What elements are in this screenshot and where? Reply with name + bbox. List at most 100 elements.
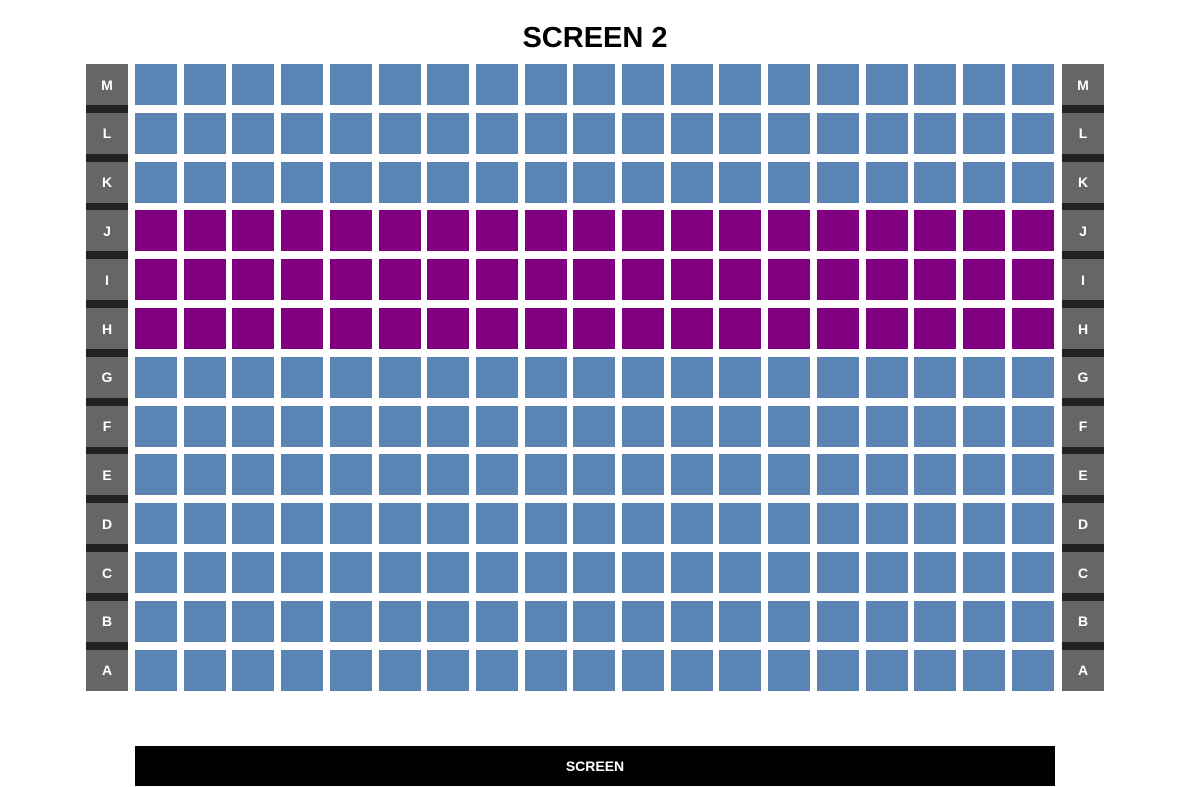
seat-g-15[interactable] (816, 356, 859, 398)
seat-h-7[interactable] (427, 308, 470, 349)
seat-f-16[interactable] (865, 405, 908, 447)
seat-e-16[interactable] (865, 454, 908, 496)
seat-j-4[interactable] (281, 210, 324, 252)
seat-h-9[interactable] (524, 308, 567, 349)
seat-k-18[interactable] (962, 161, 1005, 203)
seat-j-3[interactable] (232, 210, 275, 252)
seat-b-9[interactable] (524, 600, 567, 642)
seat-i-11[interactable] (622, 259, 664, 301)
seat-j-15[interactable] (816, 210, 859, 252)
seat-g-1[interactable] (135, 356, 177, 398)
seat-f-10[interactable] (573, 405, 616, 447)
seat-f-2[interactable] (183, 405, 226, 447)
seat-h-13[interactable] (719, 308, 762, 349)
seat-d-7[interactable] (427, 503, 470, 545)
seat-f-18[interactable] (962, 405, 1005, 447)
seat-l-4[interactable] (281, 112, 324, 154)
seat-g-19[interactable] (1011, 356, 1054, 398)
seat-i-7[interactable] (427, 259, 470, 301)
seat-m-18[interactable] (962, 64, 1005, 105)
seat-b-5[interactable] (329, 600, 372, 642)
seat-a-4[interactable] (281, 649, 324, 691)
seat-j-16[interactable] (865, 210, 908, 252)
seat-m-9[interactable] (524, 64, 567, 105)
seat-h-18[interactable] (962, 308, 1005, 349)
seat-a-5[interactable] (329, 649, 372, 691)
seat-g-12[interactable] (670, 356, 713, 398)
seat-k-9[interactable] (524, 161, 567, 203)
seat-h-12[interactable] (670, 308, 713, 349)
seat-i-9[interactable] (524, 259, 567, 301)
seat-g-18[interactable] (962, 356, 1005, 398)
seat-a-13[interactable] (719, 649, 762, 691)
seat-b-15[interactable] (816, 600, 859, 642)
seat-a-2[interactable] (183, 649, 226, 691)
seat-m-10[interactable] (573, 64, 616, 105)
seat-h-2[interactable] (183, 308, 226, 349)
seat-l-5[interactable] (329, 112, 372, 154)
seat-b-7[interactable] (427, 600, 470, 642)
seat-k-13[interactable] (719, 161, 762, 203)
seat-d-11[interactable] (622, 503, 664, 545)
seat-k-7[interactable] (427, 161, 470, 203)
seat-m-2[interactable] (183, 64, 226, 105)
seat-b-13[interactable] (719, 600, 762, 642)
seat-f-3[interactable] (232, 405, 275, 447)
seat-k-12[interactable] (670, 161, 713, 203)
seat-h-6[interactable] (378, 308, 421, 349)
seat-l-7[interactable] (427, 112, 470, 154)
seat-d-19[interactable] (1011, 503, 1054, 545)
seat-m-16[interactable] (865, 64, 908, 105)
seat-c-9[interactable] (524, 552, 567, 593)
seat-m-6[interactable] (378, 64, 421, 105)
seat-e-3[interactable] (232, 454, 275, 496)
seat-i-19[interactable] (1011, 259, 1054, 301)
seat-c-13[interactable] (719, 552, 762, 593)
seat-a-17[interactable] (914, 649, 957, 691)
seat-m-11[interactable] (622, 64, 664, 105)
seat-e-11[interactable] (622, 454, 664, 496)
seat-j-2[interactable] (183, 210, 226, 252)
seat-g-11[interactable] (622, 356, 664, 398)
seat-i-4[interactable] (281, 259, 324, 301)
seat-d-12[interactable] (670, 503, 713, 545)
seat-e-1[interactable] (135, 454, 177, 496)
seat-k-5[interactable] (329, 161, 372, 203)
seat-i-12[interactable] (670, 259, 713, 301)
seat-e-13[interactable] (719, 454, 762, 496)
seat-h-19[interactable] (1011, 308, 1054, 349)
seat-h-5[interactable] (329, 308, 372, 349)
seat-m-13[interactable] (719, 64, 762, 105)
seat-j-18[interactable] (962, 210, 1005, 252)
seat-k-6[interactable] (378, 161, 421, 203)
seat-m-8[interactable] (475, 64, 518, 105)
seat-c-10[interactable] (573, 552, 616, 593)
seat-a-6[interactable] (378, 649, 421, 691)
seat-g-9[interactable] (524, 356, 567, 398)
seat-h-3[interactable] (232, 308, 275, 349)
seat-b-17[interactable] (914, 600, 957, 642)
seat-i-1[interactable] (135, 259, 177, 301)
seat-k-11[interactable] (622, 161, 664, 203)
seat-i-6[interactable] (378, 259, 421, 301)
seat-d-10[interactable] (573, 503, 616, 545)
seat-l-8[interactable] (475, 112, 518, 154)
seat-f-13[interactable] (719, 405, 762, 447)
seat-f-1[interactable] (135, 405, 177, 447)
seat-j-8[interactable] (475, 210, 518, 252)
seat-d-2[interactable] (183, 503, 226, 545)
seat-h-10[interactable] (573, 308, 616, 349)
seat-a-15[interactable] (816, 649, 859, 691)
seat-i-3[interactable] (232, 259, 275, 301)
seat-h-14[interactable] (768, 308, 811, 349)
seat-c-14[interactable] (768, 552, 811, 593)
seat-f-9[interactable] (524, 405, 567, 447)
seat-l-2[interactable] (183, 112, 226, 154)
seat-l-16[interactable] (865, 112, 908, 154)
seat-g-10[interactable] (573, 356, 616, 398)
seat-f-4[interactable] (281, 405, 324, 447)
seat-f-6[interactable] (378, 405, 421, 447)
seat-j-7[interactable] (427, 210, 470, 252)
seat-l-12[interactable] (670, 112, 713, 154)
seat-f-12[interactable] (670, 405, 713, 447)
